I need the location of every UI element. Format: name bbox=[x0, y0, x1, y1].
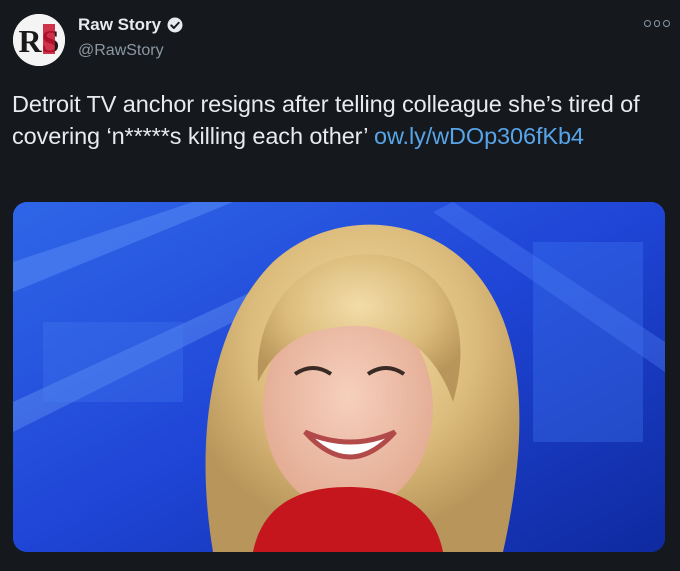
news-anchor-photo bbox=[13, 202, 665, 552]
account-handle[interactable]: @RawStory bbox=[78, 42, 164, 60]
tweet-text: Detroit TV anchor resigns after telling … bbox=[12, 88, 662, 152]
display-name[interactable]: Raw Story bbox=[78, 15, 161, 35]
tweet-media-image[interactable] bbox=[13, 202, 665, 552]
raw-story-logo: RS bbox=[13, 14, 65, 66]
account-avatar[interactable]: RS bbox=[13, 14, 65, 66]
verified-badge-icon bbox=[167, 17, 183, 33]
tweet-link[interactable]: ow.ly/wDOp306fKb4 bbox=[374, 123, 584, 149]
display-name-row[interactable]: Raw Story bbox=[78, 15, 184, 35]
more-options-icon[interactable] bbox=[644, 16, 671, 30]
tweet-card: RS Raw Story @RawStory Detroit TV anchor… bbox=[0, 0, 680, 571]
